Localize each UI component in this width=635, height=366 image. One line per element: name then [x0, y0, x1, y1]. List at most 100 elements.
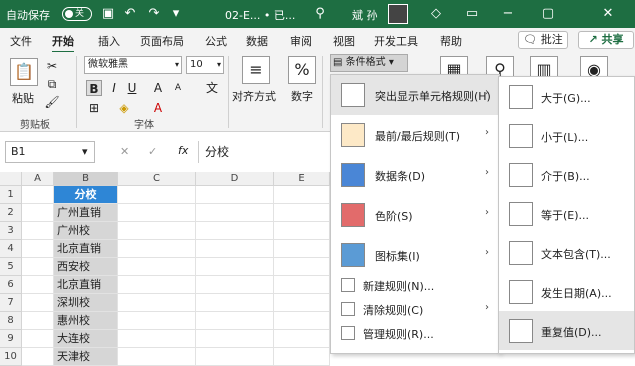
paste-button[interactable]: 粘贴 [12, 90, 34, 106]
grid-cell[interactable] [196, 240, 274, 258]
grid-cell[interactable] [118, 186, 196, 204]
grid-cell[interactable] [118, 312, 196, 330]
font-shrink-icon[interactable]: A [170, 80, 186, 96]
grid-cell[interactable] [196, 222, 274, 240]
cut-icon[interactable]: ✂ [44, 58, 60, 74]
restore-icon[interactable]: ▢ [540, 6, 556, 22]
grid-cell[interactable]: 天津校 [54, 348, 118, 366]
ribbon-display-icon[interactable]: ▭ [464, 6, 480, 22]
grid-cell[interactable] [274, 294, 330, 312]
submenu-item[interactable]: 文本包含(T)... [499, 233, 634, 272]
grid-cell[interactable] [274, 204, 330, 222]
tab-file[interactable]: 文件 [10, 33, 32, 49]
grid-cell[interactable] [274, 186, 330, 204]
minimize-icon[interactable]: − [500, 6, 516, 22]
font-size-select[interactable]: 10 ▾ [186, 56, 224, 74]
format-painter-icon[interactable]: 🖌 [44, 94, 60, 110]
namebox-dropdown-icon[interactable]: ▾ [82, 145, 88, 158]
share-button[interactable]: ↗ 共享 [578, 31, 634, 49]
submenu-item[interactable]: 发生日期(A)... [499, 272, 634, 311]
search-icon[interactable]: ⚲ [312, 6, 328, 22]
row-header[interactable]: 8 [0, 312, 22, 330]
redo-icon[interactable]: ↷ [146, 6, 162, 22]
alignment-icon[interactable]: ≡ [242, 56, 270, 84]
autosave-toggle[interactable]: 关 [62, 7, 92, 21]
grid-cell[interactable]: 北京直销 [54, 240, 118, 258]
number-format-button[interactable]: % [288, 56, 316, 84]
paste-icon[interactable]: 📋 [10, 58, 38, 86]
grid-cell[interactable]: 北京直销 [54, 276, 118, 294]
grid-cell[interactable] [118, 294, 196, 312]
cf-menu-item[interactable]: 清除规则(C) › [331, 297, 499, 321]
grid-cell[interactable] [22, 258, 54, 276]
cf-menu-item[interactable]: 突出显示单元格规则(H) › [331, 75, 499, 115]
phonetic-icon[interactable]: 文 [204, 80, 220, 96]
diamond-icon[interactable]: ◇ [428, 6, 444, 22]
grid-cell[interactable] [118, 348, 196, 366]
cf-menu-item[interactable]: 色阶(S) › [331, 195, 499, 235]
column-header-c[interactable]: C [118, 172, 196, 186]
grid-cell[interactable] [196, 330, 274, 348]
close-icon[interactable]: ✕ [600, 6, 616, 22]
row-header[interactable]: 2 [0, 204, 22, 222]
grid-cell[interactable] [118, 204, 196, 222]
font-name-select[interactable]: 微软雅黑 ▾ [84, 56, 182, 74]
bold-button[interactable]: B [86, 80, 102, 96]
undo-icon[interactable]: ↶ [122, 6, 138, 22]
tab-help[interactable]: 帮助 [440, 33, 462, 49]
row-header[interactable]: 7 [0, 294, 22, 312]
cf-menu-item[interactable]: 管理规则(R)... [331, 321, 499, 349]
grid-cell[interactable]: 西安校 [54, 258, 118, 276]
formula-input[interactable]: 分校 [198, 141, 332, 163]
tab-data[interactable]: 数据 [246, 33, 268, 49]
grid-cell[interactable] [274, 276, 330, 294]
font-grow-icon[interactable]: A [150, 80, 166, 96]
grid-cell[interactable] [274, 258, 330, 276]
insert-function-button[interactable]: fx [178, 144, 188, 157]
copy-icon[interactable]: ⧉ [44, 76, 60, 92]
cf-menu-item[interactable]: 图标集(I) › [331, 235, 499, 273]
row-header[interactable]: 4 [0, 240, 22, 258]
grid-cell[interactable] [22, 240, 54, 258]
grid-cell[interactable] [196, 348, 274, 366]
row-header[interactable]: 3 [0, 222, 22, 240]
grid-cell[interactable] [118, 240, 196, 258]
grid-cell[interactable] [274, 348, 330, 366]
grid-cell[interactable] [22, 312, 54, 330]
select-all-corner[interactable] [0, 172, 22, 186]
grid-cell[interactable] [196, 258, 274, 276]
grid-cell[interactable]: 大连校 [54, 330, 118, 348]
cancel-icon[interactable]: ✕ [120, 145, 129, 158]
submenu-item[interactable]: 大于(G)... [499, 77, 634, 116]
grid-cell[interactable] [22, 204, 54, 222]
font-color-icon[interactable]: A [150, 100, 166, 116]
grid-cell[interactable]: 惠州校 [54, 312, 118, 330]
submenu-item[interactable]: 重复值(D)... [499, 311, 634, 350]
grid-cell[interactable]: 分校 [54, 186, 118, 204]
tab-page-layout[interactable]: 页面布局 [140, 33, 184, 49]
column-header-b[interactable]: B [54, 172, 118, 186]
grid-cell[interactable] [274, 240, 330, 258]
tab-review[interactable]: 审阅 [290, 33, 312, 49]
submenu-item[interactable]: 等于(E)... [499, 194, 634, 233]
conditional-format-button[interactable]: ▤ 条件格式 ▾ [330, 54, 408, 72]
enter-icon[interactable]: ✓ [148, 145, 157, 158]
row-header[interactable]: 1 [0, 186, 22, 204]
submenu-item[interactable]: 介于(B)... [499, 155, 634, 194]
grid-cell[interactable] [196, 294, 274, 312]
cf-menu-item[interactable]: 最前/最后规则(T) › [331, 115, 499, 155]
submenu-item[interactable]: 小于(L)... [499, 116, 634, 155]
column-header-a[interactable]: A [22, 172, 54, 186]
grid-cell[interactable] [274, 312, 330, 330]
grid-cell[interactable] [196, 204, 274, 222]
column-header-d[interactable]: D [196, 172, 274, 186]
underline-button[interactable]: U [124, 80, 140, 96]
grid-cell[interactable]: 广州直销 [54, 204, 118, 222]
grid-cell[interactable] [22, 222, 54, 240]
alignment-button[interactable]: 对齐方式 [232, 88, 276, 104]
italic-button[interactable]: I [106, 80, 122, 96]
file-name[interactable]: 02-E... • 已... [225, 7, 295, 23]
column-header-e[interactable]: E [274, 172, 330, 186]
grid-cell[interactable] [196, 312, 274, 330]
cf-menu-item[interactable]: 新建规则(N)... [331, 273, 499, 297]
